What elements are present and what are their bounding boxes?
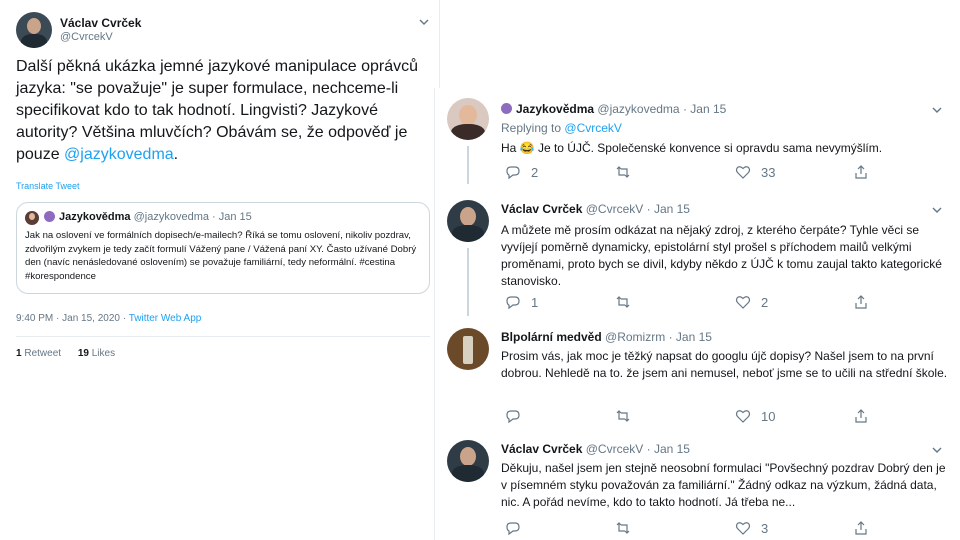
- heart-icon: [735, 410, 751, 423]
- heart-icon: [735, 166, 751, 179]
- quoted-header: Jazykovědma @jazykovedma · Jan 15: [59, 211, 252, 223]
- reply-icon: [506, 410, 520, 424]
- reply-author-handle[interactable]: @CvrcekV: [586, 202, 644, 216]
- thread-line: [467, 248, 469, 316]
- retweet-icon: [616, 410, 630, 422]
- chevron-down-icon[interactable]: [931, 204, 943, 216]
- crystal-ball-icon: [501, 103, 512, 114]
- reply-button[interactable]: [505, 408, 521, 424]
- reply-text: Ha 😂 Je to ÚJČ. Společenské konvence si …: [501, 141, 883, 155]
- retweet-button[interactable]: [615, 520, 631, 536]
- author-name[interactable]: Václav Cvrček: [60, 16, 141, 30]
- reply-header: Jazykovědma @jazykovedma · Jan 15: [501, 102, 726, 116]
- like-button[interactable]: 3: [735, 520, 768, 536]
- reply-icon: [506, 166, 520, 180]
- reply-text: Děkuju, našel jsem jen stejně neosobní f…: [501, 461, 946, 509]
- reply-author-handle[interactable]: @CvrcekV: [586, 442, 644, 456]
- main-tweet-panel: Václav Cvrček @CvrcekV Další pěkná ukázk…: [0, 0, 440, 372]
- share-button[interactable]: [853, 294, 869, 310]
- reply-author-handle[interactable]: @Romizrm: [605, 330, 665, 344]
- retweet-button[interactable]: [615, 294, 631, 310]
- avatar[interactable]: [447, 200, 489, 242]
- reply-button[interactable]: 1: [505, 294, 538, 310]
- replying-to: Replying to @CvrcekV: [501, 121, 622, 135]
- reply-button[interactable]: 2: [505, 164, 538, 180]
- share-icon: [855, 295, 867, 309]
- quoted-author-name: Jazykovědma: [59, 211, 131, 223]
- replying-to-link[interactable]: @CvrcekV: [564, 121, 622, 135]
- quoted-text: Jak na oslovení ve formálních dopisech/e…: [25, 230, 417, 282]
- quoted-avatar: [25, 211, 39, 225]
- reply-tweet[interactable]: Jazykovědma @jazykovedma · Jan 15 Replyi…: [435, 88, 960, 184]
- reply-tweet[interactable]: Václav Cvrček @CvrcekV · Jan 15 A můžete…: [435, 192, 960, 316]
- tweet-text: Další pěkná ukázka jemné jazykové manipu…: [16, 56, 436, 166]
- reply-button[interactable]: [505, 520, 521, 536]
- retweet-icon: [616, 166, 630, 178]
- chevron-down-icon[interactable]: [931, 444, 943, 456]
- tweet-end: .: [173, 146, 179, 163]
- share-button[interactable]: [853, 164, 869, 180]
- reply-date[interactable]: · Jan 15: [647, 442, 690, 456]
- translate-link[interactable]: Translate Tweet: [16, 181, 80, 191]
- reply-icon: [506, 522, 520, 536]
- tweet-timestamp-row: 9:40 PM · Jan 15, 2020 · Twitter Web App: [16, 313, 201, 324]
- replies-panel: Jazykovědma @jazykovedma · Jan 15 Replyi…: [434, 88, 960, 540]
- like-button[interactable]: 10: [735, 408, 775, 424]
- avatar[interactable]: [447, 440, 489, 482]
- like-count[interactable]: 19 Likes: [78, 348, 115, 359]
- like-button[interactable]: 33: [735, 164, 775, 180]
- avatar[interactable]: [447, 98, 489, 140]
- like-button[interactable]: 2: [735, 294, 768, 310]
- share-icon: [855, 521, 867, 535]
- avatar[interactable]: [16, 12, 52, 48]
- retweet-icon: [616, 522, 630, 534]
- retweet-icon: [616, 296, 630, 308]
- reply-header: Václav Cvrček @CvrcekV · Jan 15: [501, 442, 690, 456]
- heart-icon: [735, 296, 751, 309]
- reply-author-name[interactable]: Jazykovědma: [516, 102, 594, 116]
- avatar[interactable]: [447, 328, 489, 370]
- chevron-down-icon[interactable]: [931, 104, 943, 116]
- reply-date[interactable]: · Jan 15: [683, 102, 726, 116]
- reply-text: Prosim vás, jak moc je těžký napsat do g…: [501, 349, 948, 380]
- tweet-time[interactable]: 9:40 PM · Jan 15, 2020 ·: [16, 313, 126, 324]
- mention-link[interactable]: @jazykovedma: [64, 146, 174, 163]
- reply-author-name[interactable]: Václav Cvrček: [501, 442, 582, 456]
- reply-icon: [506, 296, 520, 310]
- reply-header: Václav Cvrček @CvrcekV · Jan 15: [501, 202, 690, 216]
- quoted-tweet[interactable]: Jazykovědma @jazykovedma · Jan 15 Jak na…: [16, 202, 430, 294]
- heart-icon: [735, 522, 751, 535]
- chevron-down-icon[interactable]: [418, 16, 430, 28]
- retweet-button[interactable]: [615, 164, 631, 180]
- divider: [16, 336, 430, 337]
- reply-text: A můžete mě prosím odkázat na nějaký zdr…: [501, 223, 942, 288]
- share-button[interactable]: [853, 520, 869, 536]
- author-handle[interactable]: @CvrcekV: [60, 31, 113, 43]
- retweet-button[interactable]: [615, 408, 631, 424]
- retweet-count[interactable]: 1 Retweet: [16, 348, 61, 359]
- reply-date[interactable]: · Jan 15: [647, 202, 690, 216]
- reply-tweet[interactable]: Václav Cvrček @CvrcekV · Jan 15 Děkuju, …: [435, 438, 960, 540]
- quoted-author-handle: @jazykovedma: [133, 211, 209, 223]
- thread-line: [467, 146, 469, 184]
- quoted-date: · Jan 15: [212, 211, 252, 223]
- reply-author-name[interactable]: Václav Cvrček: [501, 202, 582, 216]
- share-icon: [855, 409, 867, 423]
- reply-header: Blpolární medvěd @Romizrm · Jan 15: [501, 330, 712, 344]
- engagement-row: 1 Retweet 19 Likes: [16, 348, 115, 359]
- reply-author-name[interactable]: Blpolární medvěd: [501, 330, 602, 344]
- reply-tweet[interactable]: Blpolární medvěd @Romizrm · Jan 15 Prosi…: [435, 322, 960, 430]
- share-button[interactable]: [853, 408, 869, 424]
- crystal-ball-icon: [44, 211, 55, 222]
- share-icon: [855, 165, 867, 179]
- reply-author-handle[interactable]: @jazykovedma: [597, 102, 679, 116]
- reply-date[interactable]: · Jan 15: [669, 330, 712, 344]
- tweet-source[interactable]: Twitter Web App: [129, 313, 202, 324]
